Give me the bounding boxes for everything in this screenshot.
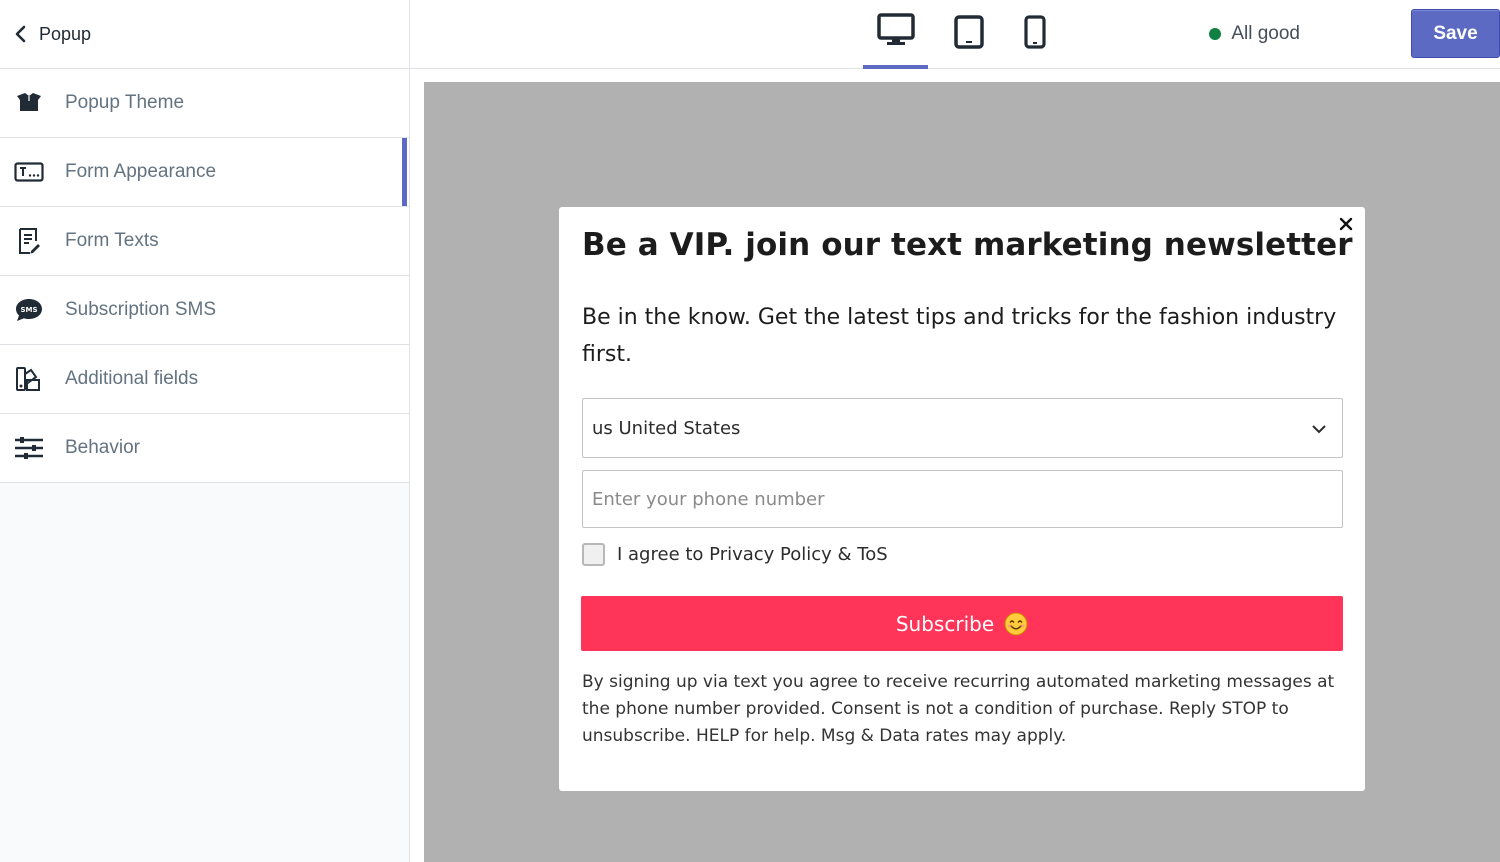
save-button[interactable]: Save	[1411, 9, 1500, 58]
status-text: All good	[1231, 23, 1300, 44]
popup-subtitle: Be in the know. Get the latest tips and …	[582, 305, 1337, 367]
status-dot-icon	[1209, 28, 1222, 40]
sidebar: Popup Popup Theme Form Appearance Form T…	[0, 0, 410, 862]
text-field-icon	[14, 157, 44, 187]
mobile-preview-button[interactable]	[1017, 0, 1053, 69]
svg-text:SMS: SMS	[20, 306, 37, 314]
chevron-down-icon	[1310, 420, 1328, 438]
sidebar-item-label: Popup Theme	[65, 92, 185, 113]
save-status: All good	[1209, 22, 1300, 46]
back-label: Popup	[39, 23, 92, 44]
sidebar-item-label: Form Texts	[65, 230, 159, 251]
country-select-value: us United States	[592, 417, 741, 439]
sidebar-item-label: Form Appearance	[65, 161, 217, 182]
sidebar-item-form-texts[interactable]: Form Texts	[0, 207, 409, 276]
settings-nav: Popup Theme Form Appearance Form Texts S…	[0, 69, 409, 483]
sidebar-item-behavior[interactable]: Behavior	[0, 414, 409, 483]
sidebar-item-label: Additional fields	[65, 368, 199, 389]
topbar: All good Save	[410, 0, 1500, 69]
sms-bubble-icon: SMS	[14, 295, 44, 325]
sliders-icon	[14, 433, 44, 463]
sidebar-item-subscription-sms[interactable]: SMS Subscription SMS	[0, 276, 409, 345]
popup-modal: Be a VIP. join our text marketing newsle…	[559, 207, 1365, 791]
phone-number-input[interactable]	[582, 470, 1343, 528]
sidebar-item-form-appearance[interactable]: Form Appearance	[0, 138, 409, 207]
sidebar-item-label: Subscription SMS	[65, 299, 217, 320]
desktop-icon	[876, 13, 915, 52]
popup-preview-canvas: Be a VIP. join our text marketing newsle…	[424, 82, 1500, 862]
mobile-icon	[1024, 15, 1046, 54]
subscribe-button[interactable]: Subscribe	[581, 596, 1343, 651]
shapes-icon	[14, 364, 44, 394]
tablet-preview-button[interactable]	[948, 0, 990, 69]
desktop-preview-button[interactable]	[863, 0, 928, 69]
sidebar-item-label: Behavior	[65, 437, 140, 458]
legal-disclaimer: By signing up via text you agree to rece…	[582, 672, 1335, 746]
popup-title: Be a VIP. join our text marketing newsle…	[582, 227, 1353, 263]
subscribe-label: Subscribe	[895, 611, 995, 636]
sidebar-item-popup-theme[interactable]: Popup Theme	[0, 69, 409, 138]
agree-label: I agree to Privacy Policy & ToS	[617, 543, 888, 565]
chevron-left-icon	[12, 25, 30, 43]
sidebar-item-additional-fields[interactable]: Additional fields	[0, 345, 409, 414]
document-edit-icon	[14, 226, 44, 256]
box-icon	[14, 88, 44, 118]
back-to-popup-button[interactable]: Popup	[0, 0, 409, 69]
country-select[interactable]: us United States	[582, 398, 1343, 458]
agree-checkbox[interactable]	[582, 542, 605, 566]
agree-row: I agree to Privacy Policy & ToS	[582, 542, 888, 566]
smiling-face-icon	[1004, 612, 1028, 636]
tablet-icon	[954, 15, 984, 54]
